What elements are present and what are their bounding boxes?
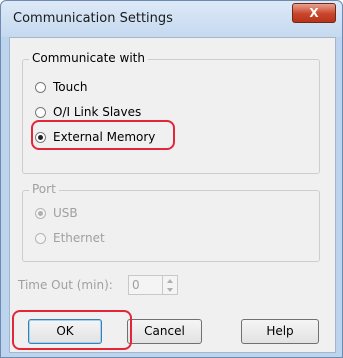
radio-usb[interactable]: USB [35, 204, 78, 222]
radio-button-checked-icon[interactable] [35, 207, 46, 219]
communicate-with-legend: Communicate with [29, 51, 148, 65]
close-icon: X [309, 6, 319, 20]
radio-usb-label: USB [53, 206, 78, 220]
help-button[interactable]: Help [241, 319, 319, 344]
timeout-label: Time Out (min): [18, 278, 113, 292]
spin-buttons[interactable] [162, 276, 177, 294]
radio-touch[interactable]: Touch [35, 78, 87, 96]
port-legend: Port [29, 182, 59, 196]
radio-button-icon[interactable] [35, 81, 46, 93]
spin-down-icon[interactable] [167, 287, 173, 292]
radio-touch-label: Touch [53, 80, 88, 94]
dialog-client-area: Communicate with Touch O/I Link Slaves E… [9, 37, 336, 353]
timeout-value: 0 [132, 278, 140, 292]
radio-oi-link-slaves[interactable]: O/I Link Slaves [35, 103, 141, 121]
help-button-label: Help [266, 324, 294, 338]
close-button[interactable]: X [292, 3, 336, 23]
radio-button-icon[interactable] [35, 106, 46, 118]
timeout-stepper[interactable]: 0 [128, 275, 178, 295]
radio-button-icon[interactable] [35, 232, 46, 244]
radio-oi-link-slaves-label: O/I Link Slaves [53, 105, 142, 119]
cancel-button-label: Cancel [144, 324, 185, 338]
title-bar[interactable]: Communication Settings X [1, 1, 342, 37]
cancel-button[interactable]: Cancel [127, 319, 202, 344]
port-group: Port USB Ethernet [22, 182, 320, 262]
annotation-highlight-external-memory [31, 120, 175, 150]
communicate-with-group: Communicate with Touch O/I Link Slaves E… [22, 51, 320, 174]
dialog-title: Communication Settings [13, 11, 173, 26]
dialog-window: Communication Settings X Communicate wit… [0, 0, 343, 358]
radio-ethernet-label: Ethernet [53, 231, 105, 245]
annotation-highlight-ok [12, 310, 132, 350]
spin-up-icon[interactable] [167, 278, 173, 283]
radio-ethernet[interactable]: Ethernet [35, 229, 105, 247]
